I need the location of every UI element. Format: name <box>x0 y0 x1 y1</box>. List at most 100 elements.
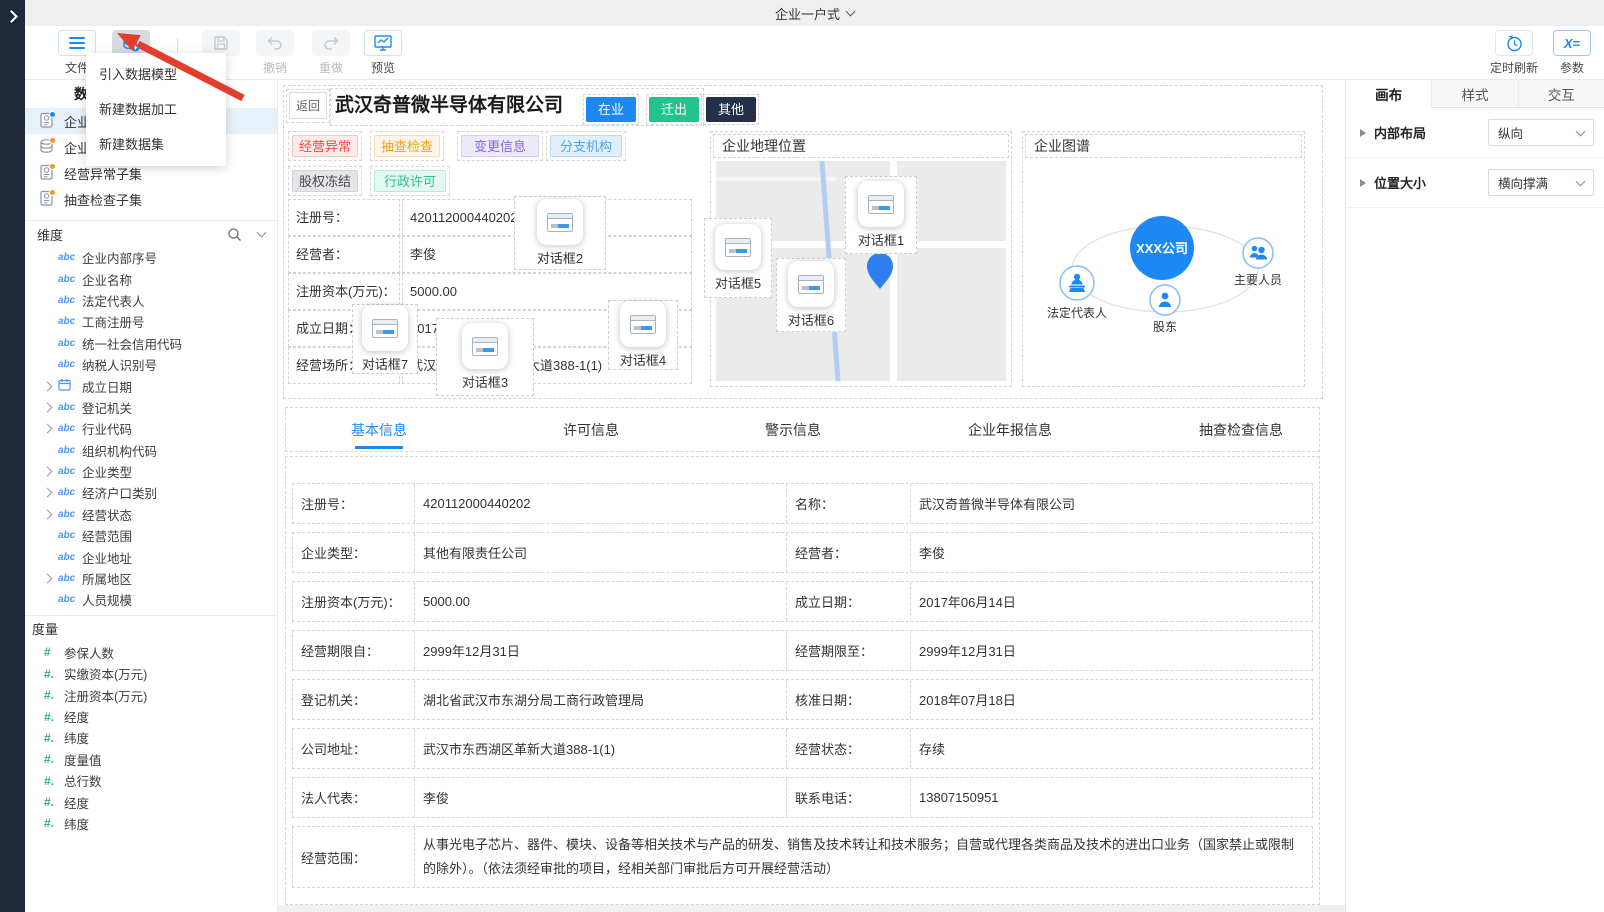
company-tag[interactable]: 分支机构 <box>550 135 622 157</box>
sidebar-field-dimension[interactable]: abc企业地址 <box>25 546 277 567</box>
row-label: 经营范围： <box>293 827 415 887</box>
toolbar-divider <box>177 38 178 52</box>
sidebar-field-dimension[interactable]: abc企业类型 <box>25 461 277 482</box>
field-label: 纬度 <box>64 728 89 747</box>
back-button[interactable]: 返回 <box>289 92 327 119</box>
expand-chevron-icon[interactable] <box>43 467 53 477</box>
sidebar-field-measure[interactable]: #.经度 <box>25 791 277 812</box>
property-select[interactable]: 横向撑满 <box>1488 169 1594 196</box>
dialog-label: 对话框2 <box>537 248 583 267</box>
field-label: 经度 <box>64 793 89 812</box>
collapse-dimensions-icon[interactable] <box>257 228 267 238</box>
sidebar-field-dimension[interactable]: abc企业名称 <box>25 268 277 289</box>
table-row[interactable]: 登记机关：湖北省武汉市东湖分局工商行政管理局核准日期：2018年07月18日 <box>292 679 1313 720</box>
menu-item[interactable]: 引入数据模型 <box>86 57 226 92</box>
row-label: 注册号： <box>293 484 415 523</box>
expand-chevron-icon[interactable] <box>43 424 53 434</box>
info-tab[interactable]: 抽查检查信息 <box>1199 420 1283 440</box>
hscrollbar-track[interactable] <box>278 905 1345 912</box>
company-tag[interactable]: 抽查检查 <box>374 135 440 157</box>
sidebar-field-dimension[interactable]: abc行业代码 <box>25 418 277 439</box>
table-row[interactable]: 公司地址：武汉市东西湖区革新大道388-1(1)经营状态：存续 <box>292 728 1313 769</box>
sidebar-field-dimension[interactable]: abc组织机构代码 <box>25 440 277 461</box>
expand-chevron-icon[interactable] <box>43 381 53 391</box>
parameter-x-icon: X= <box>1564 36 1580 51</box>
preview-button[interactable]: 预览 <box>359 30 407 76</box>
status-badge-wrap: 其他 <box>703 94 759 125</box>
company-tag[interactable]: 股权冻结 <box>292 170 358 192</box>
dialog-widget[interactable]: 对话框1 <box>845 176 917 254</box>
table-row[interactable]: 注册资本(万元)：5000.00成立日期：2017年06月14日 <box>292 581 1313 622</box>
sidebar-field-measure[interactable]: #.注册资本(万元) <box>25 684 277 705</box>
panel-tab[interactable]: 交互 <box>1519 80 1604 107</box>
sidebar-field-dimension[interactable]: abc工商注册号 <box>25 311 277 332</box>
sidebar-field-measure[interactable]: #参保人数 <box>25 642 277 663</box>
table-row[interactable]: 企业类型：其他有限责任公司经营者：李俊 <box>292 532 1313 573</box>
sidebar-field-dimension[interactable]: abc经营状态 <box>25 504 277 525</box>
expand-chevron-icon[interactable] <box>43 488 53 498</box>
sidebar-field-dimension[interactable]: abc所属地区 <box>25 568 277 589</box>
relation-graph-widget[interactable]: 企业图谱 XXX公司 法定代表人 <box>1022 131 1305 387</box>
company-tag[interactable]: 变更信息 <box>461 135 539 157</box>
company-tag[interactable]: 行政许可 <box>374 170 446 192</box>
status-badge[interactable]: 迁出 <box>649 97 699 122</box>
sidebar-field-dimension[interactable]: abc纳税人识别号 <box>25 354 277 375</box>
expand-chevron-icon[interactable] <box>43 402 53 412</box>
sidebar-field-dimension[interactable]: abc经济户口类别 <box>25 482 277 503</box>
panel-tab[interactable]: 样式 <box>1432 80 1518 107</box>
sidebar-dataset-item[interactable]: 抽查检查子集 <box>25 186 277 212</box>
sidebar-field-dimension[interactable]: abc登记机关 <box>25 397 277 418</box>
field-label: 企业地址 <box>82 548 132 567</box>
info-tab[interactable]: 警示信息 <box>765 420 821 440</box>
redo-button[interactable]: 重做 <box>307 30 355 76</box>
expand-triangle-icon[interactable] <box>1360 179 1366 187</box>
info-tab[interactable]: 企业年报信息 <box>968 420 1052 440</box>
field-label: 实缴资本(万元) <box>64 664 147 683</box>
tag-wrap: 变更信息 <box>457 131 543 161</box>
chevron-down-icon <box>1576 126 1586 136</box>
dialog-widget[interactable]: 对话框3 <box>436 318 534 396</box>
window-titlebar: 企业一户式 <box>25 0 1604 26</box>
menu-item[interactable]: 新建数据加工 <box>86 92 226 127</box>
expand-triangle-icon[interactable] <box>1360 129 1366 137</box>
expand-chevron-icon[interactable] <box>43 509 53 519</box>
sidebar-field-measure[interactable]: #.纬度 <box>25 727 277 748</box>
search-icon[interactable] <box>227 227 242 242</box>
dialog-widget[interactable]: 对话框4 <box>608 300 678 370</box>
table-row-scope[interactable]: 经营范围：从事光电子芯片、器件、模块、设备等相关技术与产品的研发、销售及技术转让… <box>292 826 1313 888</box>
timed-refresh-button[interactable]: 定时刷新 <box>1485 30 1543 76</box>
sidebar-field-measure[interactable]: #.实缴资本(万元) <box>25 663 277 684</box>
chevron-down-icon[interactable] <box>846 6 856 16</box>
sidebar-field-dimension[interactable]: abc经营范围 <box>25 525 277 546</box>
table-row[interactable]: 经营期限自：2999年12月31日经营期限至：2999年12月31日 <box>292 630 1313 671</box>
basic-info-table[interactable]: 注册号：420112000440202名称：武汉奇普微半导体有限公司企业类型：其… <box>285 456 1320 905</box>
sidebar-field-dimension[interactable]: abc统一社会信用代码 <box>25 333 277 354</box>
params-button[interactable]: X= 参数 <box>1548 30 1596 76</box>
dialog-widget[interactable]: 对话框7 <box>352 304 418 374</box>
sidebar-field-measure[interactable]: #.总行数 <box>25 770 277 791</box>
company-tag[interactable]: 经营异常 <box>292 135 358 157</box>
property-select[interactable]: 纵向 <box>1488 119 1594 146</box>
sidebar-field-dimension[interactable]: abc企业内部序号 <box>25 247 277 268</box>
expand-chevron-icon[interactable] <box>43 574 53 584</box>
panel-tab[interactable]: 画布 <box>1346 80 1432 108</box>
sidebar-field-dimension[interactable]: abc人员规模 <box>25 589 277 610</box>
undo-button[interactable]: 撤销 <box>251 30 299 76</box>
sidebar-field-measure[interactable]: #.纬度 <box>25 813 277 834</box>
expand-panel-icon[interactable] <box>5 10 18 23</box>
dialog-widget[interactable]: 对话框6 <box>776 258 846 332</box>
status-badge[interactable]: 在业 <box>586 97 636 122</box>
dialog-widget[interactable]: 对话框2 <box>514 196 606 270</box>
sidebar-field-measure[interactable]: #.度量值 <box>25 749 277 770</box>
sidebar-field-measure[interactable]: #.经度 <box>25 706 277 727</box>
sidebar-field-dimension[interactable]: 成立日期 <box>25 375 277 396</box>
info-tab[interactable]: 许可信息 <box>563 420 619 440</box>
table-row[interactable]: 法人代表：李俊联系电话：13807150951 <box>292 777 1313 818</box>
dialog-widget[interactable]: 对话框5 <box>704 218 772 298</box>
info-tab[interactable]: 基本信息 <box>351 420 407 440</box>
status-badge[interactable]: 其他 <box>706 97 756 122</box>
table-row[interactable]: 注册号：420112000440202名称：武汉奇普微半导体有限公司 <box>292 483 1313 524</box>
row-label: 经营期限自： <box>293 631 415 670</box>
sidebar-field-dimension[interactable]: abc法定代表人 <box>25 290 277 311</box>
menu-item[interactable]: 新建数据集 <box>86 127 226 162</box>
